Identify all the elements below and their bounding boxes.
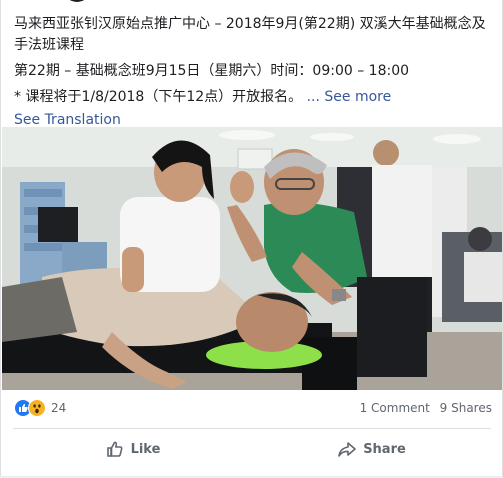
share-arrow-icon [338,442,356,457]
post-card: 马来西亚张钊汉原始点推广中心 – 2018年9月(第22期) 双溪大年基础概念及… [0,0,503,477]
post-photo[interactable] [2,127,502,390]
like-button[interactable]: Like [13,431,252,467]
engagement-stats: 1 Comment 9 Shares [360,401,492,415]
see-more-link[interactable]: ... See more [307,89,392,105]
reaction-icons[interactable] [14,398,48,418]
shares-count-link[interactable]: 9 Shares [440,401,492,415]
comments-count-link[interactable]: 1 Comment [360,401,430,415]
avatar[interactable] [63,0,91,2]
post-line-title: 马来西亚张钊汉原始点推广中心 – 2018年9月(第22期) 双溪大年基础概念及… [14,16,486,53]
reactions-bar: 24 1 Comment 9 Shares [14,398,492,420]
thumbs-up-icon [106,441,123,457]
post-text: 马来西亚张钊汉原始点推广中心 – 2018年9月(第22期) 双溪大年基础概念及… [14,14,494,131]
reaction-count[interactable]: 24 [51,401,66,415]
post-line-registration: * 课程将于1/8/2018（下午12点）开放报名。 ... See more [14,87,494,108]
like-button-label: Like [130,441,161,457]
share-button-label: Share [363,441,406,457]
post-actions: Like Share [13,431,491,467]
photo-illustration [2,127,502,390]
share-button[interactable]: Share [252,431,491,467]
post-line-schedule: 第22期 – 基础概念班9月15日（星期六）时间：09:00 – 18:00 [14,63,410,79]
actions-divider [13,428,491,429]
registration-text: * 课程将于1/8/2018（下午12点）开放报名。 [14,89,303,105]
wow-icon [28,399,46,417]
